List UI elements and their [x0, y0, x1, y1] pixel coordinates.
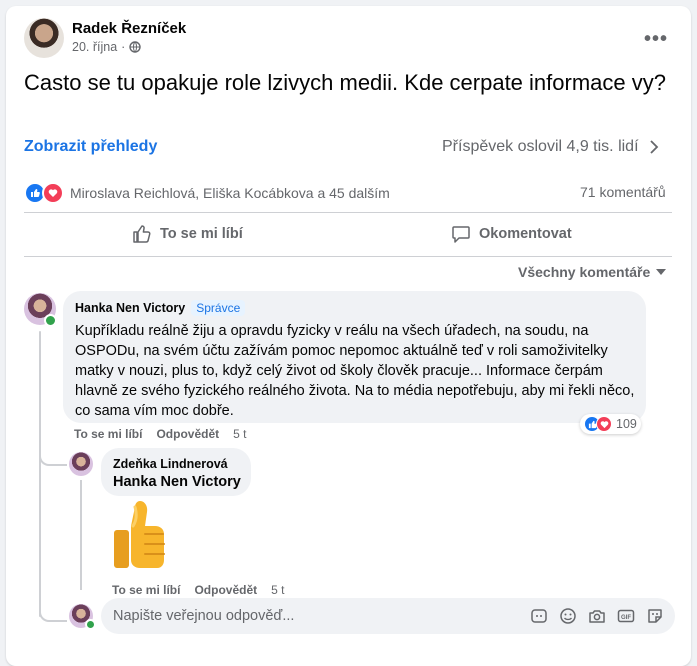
svg-text:GIF: GIF	[621, 615, 631, 621]
thumbs-up-icon	[133, 225, 151, 243]
reply-reply-button[interactable]: Odpovědět	[194, 583, 257, 597]
reply-actions: To se mi líbí Odpovědět 5 t	[112, 583, 284, 597]
reactions-summary[interactable]: Miroslava Reichlová, Eliška Kocábkova a …	[24, 182, 390, 204]
like-button[interactable]: To se mi líbí	[132, 224, 243, 244]
comment-time[interactable]: 5 t	[233, 427, 246, 441]
comment-reactions[interactable]: 109	[580, 414, 641, 434]
caret-down-icon	[656, 268, 667, 275]
online-status-dot	[85, 619, 96, 630]
comment-icon	[452, 226, 470, 243]
post-text: Casto se tu opakuje role lzivych medii. …	[24, 70, 666, 95]
reply-connector	[39, 446, 67, 466]
reply-time[interactable]: 5 t	[271, 583, 284, 597]
reach-text: Příspěvek oslovil 4,9 tis. lidí	[442, 138, 639, 155]
avatar-sticker-icon[interactable]	[529, 606, 549, 626]
author-avatar[interactable]	[24, 18, 64, 58]
divider	[24, 256, 672, 257]
meta-separator: ·	[121, 40, 126, 54]
post-card: Radek Řezníček 20. října · ••• Casto se …	[6, 6, 691, 666]
reply-mention[interactable]: Hanka Nen Victory	[113, 472, 241, 492]
thread-line	[39, 331, 41, 617]
comment-actions: To se mi líbí Odpovědět 5 t	[74, 427, 246, 441]
comment-filter-dropdown[interactable]: Všechny komentáře	[518, 264, 667, 280]
comment-label: Okomentovat	[479, 226, 572, 242]
online-status-dot	[44, 314, 57, 327]
comments-count[interactable]: 71 komentářů	[580, 184, 666, 200]
comment-author[interactable]: Hanka Nen Victory Správce	[75, 300, 246, 316]
reactors-names: Miroslava Reichlová, Eliška Kocábkova a …	[70, 185, 390, 201]
emoji-icon[interactable]	[558, 606, 578, 626]
sticker-icon[interactable]	[645, 606, 665, 626]
thumbs-up-sticker	[109, 500, 169, 577]
more-options-icon[interactable]: •••	[644, 28, 668, 51]
view-insights-link[interactable]: Zobrazit přehledy	[24, 138, 157, 156]
divider	[24, 212, 672, 213]
reply-author[interactable]: Zdeňka Lindnerová	[113, 457, 228, 471]
love-reaction-icon	[596, 416, 612, 432]
love-reaction-icon	[42, 182, 64, 204]
comment-text: Kupříkladu reálně žiju a opravdu fyzicky…	[75, 323, 635, 419]
comment-bubble: Hanka Nen Victory Správce Kupříkladu reál…	[63, 291, 646, 423]
post-reach[interactable]: Příspěvek oslovil 4,9 tis. lidí	[442, 138, 659, 156]
reply-input[interactable]: Napište veřejnou odpověď...	[101, 608, 529, 624]
post-meta: 20. října ·	[72, 40, 142, 54]
composer-connector	[39, 602, 67, 622]
reply-like-button[interactable]: To se mi líbí	[112, 583, 180, 597]
globe-icon	[129, 41, 142, 53]
comment-reaction-count: 109	[616, 417, 637, 431]
comment-like-button[interactable]: To se mi líbí	[74, 427, 142, 441]
gif-icon[interactable]: GIF	[616, 606, 636, 626]
reply-author-avatar[interactable]	[69, 452, 93, 476]
reply-input-container[interactable]: Napište veřejnou odpověď... GIF	[101, 598, 675, 634]
camera-icon[interactable]	[587, 606, 607, 626]
like-label: To se mi líbí	[160, 226, 243, 242]
post-date[interactable]: 20. října	[72, 40, 117, 54]
reply-thread-line	[80, 480, 82, 590]
post-author[interactable]: Radek Řezníček	[72, 20, 186, 37]
composer-tools: GIF	[529, 606, 675, 626]
comment-author-name[interactable]: Hanka Nen Victory	[75, 301, 185, 315]
admin-badge: Správce	[191, 300, 246, 316]
filter-label: Všechny komentáře	[518, 264, 651, 280]
comment-button[interactable]: Okomentovat	[451, 224, 572, 244]
reply-bubble: Zdeňka Lindnerová Hanka Nen Victory	[101, 448, 251, 496]
comment-reply-button[interactable]: Odpovědět	[156, 427, 219, 441]
chevron-right-icon	[649, 140, 658, 154]
